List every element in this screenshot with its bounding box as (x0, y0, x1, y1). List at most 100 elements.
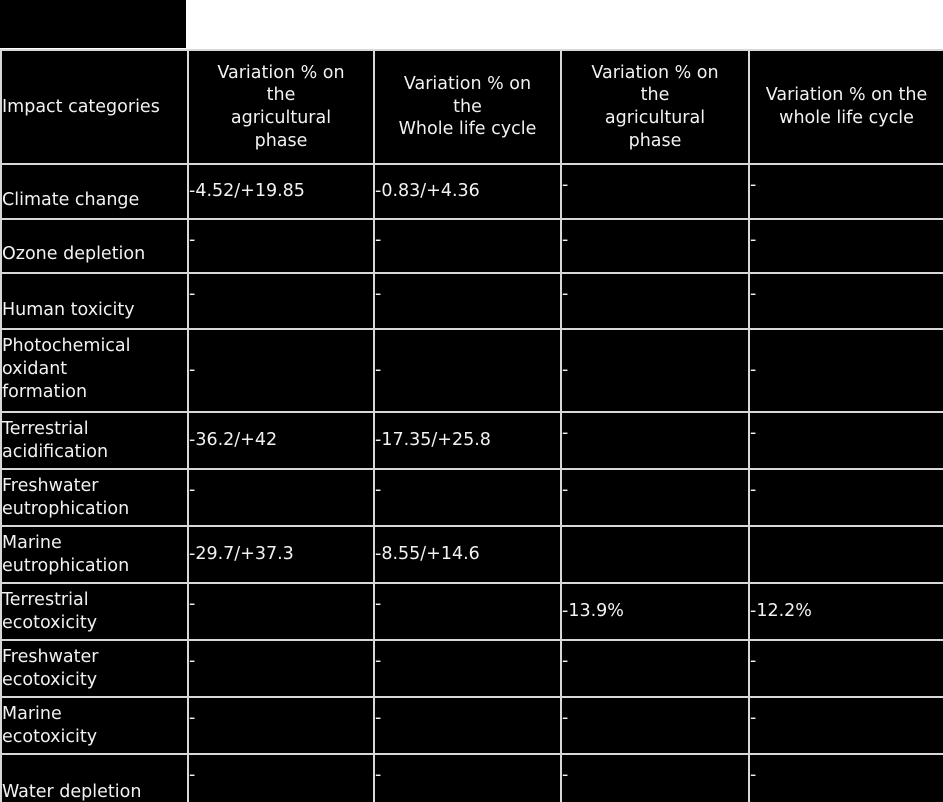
cell-ozone-depletion-col4: - (748, 218, 943, 274)
table-row: Terrestrial ecotoxicity - - -13.9% -12.2… (0, 582, 943, 641)
row-label-line: Human toxicity (2, 300, 135, 321)
cell-water-depletion-col1: - (187, 753, 375, 802)
table-row: Freshwater eutrophication - - - - (0, 468, 943, 527)
row-label-freshwater-eutrophication: Freshwater eutrophication (0, 468, 189, 527)
row-label-line: Water depletion (2, 782, 142, 802)
top-left-black-stub (0, 0, 186, 48)
cell-photochemical-col1: - (187, 328, 375, 413)
table-header-row: Impact categories Variation % on the agr… (0, 49, 943, 165)
header-col-2-line-1: Variation % on (403, 73, 532, 94)
row-label-line: Climate change (2, 190, 140, 211)
cell-ozone-depletion-col3: - (560, 218, 750, 274)
cell-water-depletion-col3: - (560, 753, 750, 802)
cell-climate-change-col3: - (560, 163, 750, 220)
row-label-line: formation (2, 381, 88, 402)
table-row: Human toxicity - - - - (0, 272, 943, 330)
header-col-1: Variation % on the agricultural phase (187, 49, 375, 165)
header-impact-categories: Impact categories (0, 49, 189, 165)
header-col-3-line-4: phase (628, 130, 682, 151)
cell-terrestrial-ecotoxicity-col1: - (187, 582, 375, 641)
table-row: Climate change -4.52/+19.85 -0.83/+4.36 … (0, 163, 943, 220)
cell-climate-change-col4: - (748, 163, 943, 220)
cell-freshwater-eutrophication-col4: - (748, 468, 943, 527)
header-col-1-line-3: agricultural (230, 108, 332, 128)
row-label-human-toxicity: Human toxicity (0, 272, 189, 330)
row-label-terrestrial-ecotoxicity: Terrestrial ecotoxicity (0, 582, 189, 641)
impact-categories-table: Impact categories Variation % on the agr… (0, 49, 943, 802)
cell-marine-eutrophication-col2: -8.55/+14.6 (373, 525, 562, 584)
header-col-1-line-2: the (266, 85, 296, 106)
cell-freshwater-eutrophication-col1: - (187, 468, 375, 527)
cell-marine-eutrophication-col3 (560, 525, 750, 584)
row-label-ozone-depletion: Ozone depletion (0, 218, 189, 274)
header-col-2-line-3: Whole life cycle (398, 119, 537, 140)
header-col-1-line-4: phase (254, 130, 308, 151)
cell-freshwater-eutrophication-col2: - (373, 468, 562, 527)
cell-terrestrial-acidification-col4: - (748, 411, 943, 470)
cell-ozone-depletion-col1: - (187, 218, 375, 274)
cell-freshwater-ecotoxicity-col3: - (560, 639, 750, 698)
cell-photochemical-col2: - (373, 328, 562, 413)
cell-ozone-depletion-col2: - (373, 218, 562, 274)
cell-terrestrial-ecotoxicity-col3: -13.9% (560, 582, 750, 641)
header-col-3-line-2: the (640, 85, 670, 106)
cell-climate-change-col1: -4.52/+19.85 (187, 163, 375, 220)
cell-water-depletion-col4: - (748, 753, 943, 802)
header-col-4-line-1: Variation % on the (765, 85, 928, 106)
table-row: Water depletion - - - - (0, 753, 943, 802)
row-label-water-depletion: Water depletion (0, 753, 189, 802)
header-col-3-line-1: Variation % on (591, 62, 719, 83)
header-impact-categories-text: Impact categories (2, 96, 160, 117)
cell-terrestrial-acidification-col1: -36.2/+42 (187, 411, 375, 470)
row-label-climate-change: Climate change (0, 163, 189, 220)
table-row: Marine ecotoxicity - - - - (0, 696, 943, 755)
row-label-line: Freshwater (2, 476, 99, 496)
row-label-marine-ecotoxicity: Marine ecotoxicity (0, 696, 189, 755)
table-row: Photochemical oxidant formation - - - - (0, 328, 943, 413)
table-row: Ozone depletion - - - - (0, 218, 943, 274)
row-label-line: oxidant (2, 358, 68, 379)
cell-photochemical-col4: - (748, 328, 943, 413)
row-label-line: Photochemical (2, 336, 131, 356)
cell-freshwater-ecotoxicity-col4: - (748, 639, 943, 698)
cell-water-depletion-col2: - (373, 753, 562, 802)
cell-terrestrial-acidification-col3: - (560, 411, 750, 470)
row-label-line: ecotoxicity (2, 726, 98, 747)
row-label-terrestrial-acidification: Terrestrial acidification (0, 411, 189, 470)
table-row: Freshwater ecotoxicity - - - - (0, 639, 943, 698)
cell-terrestrial-ecotoxicity-col2: - (373, 582, 562, 641)
cell-marine-ecotoxicity-col2: - (373, 696, 562, 755)
row-label-line: Terrestrial (2, 590, 89, 610)
cell-human-toxicity-col3: - (560, 272, 750, 330)
header-col-1-line-1: Variation % on (217, 62, 345, 83)
row-label-line: ecotoxicity (2, 669, 98, 690)
cell-freshwater-ecotoxicity-col1: - (187, 639, 375, 698)
header-col-3-line-3: agricultural (604, 108, 706, 128)
cell-photochemical-col3: - (560, 328, 750, 413)
row-label-line: Marine (2, 704, 62, 724)
row-label-marine-eutrophication: Marine eutrophication (0, 525, 189, 584)
cell-human-toxicity-col2: - (373, 272, 562, 330)
row-label-line: eutrophication (2, 555, 130, 576)
cell-freshwater-eutrophication-col3: - (560, 468, 750, 527)
row-label-freshwater-ecotoxicity: Freshwater ecotoxicity (0, 639, 189, 698)
row-label-line: eutrophication (2, 498, 130, 519)
header-col-4-line-2: whole life cycle (779, 108, 914, 128)
cell-marine-ecotoxicity-col4: - (748, 696, 943, 755)
cell-marine-ecotoxicity-col1: - (187, 696, 375, 755)
table-screenshot: Impact categories Variation % on the agr… (0, 0, 943, 802)
header-col-3: Variation % on the agricultural phase (560, 49, 750, 165)
row-label-line: Terrestrial (2, 419, 89, 439)
header-col-4: Variation % on the whole life cycle (748, 49, 943, 165)
row-label-line: ecotoxicity (2, 612, 98, 633)
cell-human-toxicity-col1: - (187, 272, 375, 330)
cell-marine-eutrophication-col4 (748, 525, 943, 584)
cell-terrestrial-ecotoxicity-col4: -12.2% (748, 582, 943, 641)
row-label-line: Ozone depletion (2, 244, 146, 265)
row-label-line: Freshwater (2, 647, 99, 667)
cell-climate-change-col2: -0.83/+4.36 (373, 163, 562, 220)
cell-marine-ecotoxicity-col3: - (560, 696, 750, 755)
cell-freshwater-ecotoxicity-col2: - (373, 639, 562, 698)
row-label-line: Marine (2, 533, 62, 553)
cell-marine-eutrophication-col1: -29.7/+37.3 (187, 525, 375, 584)
